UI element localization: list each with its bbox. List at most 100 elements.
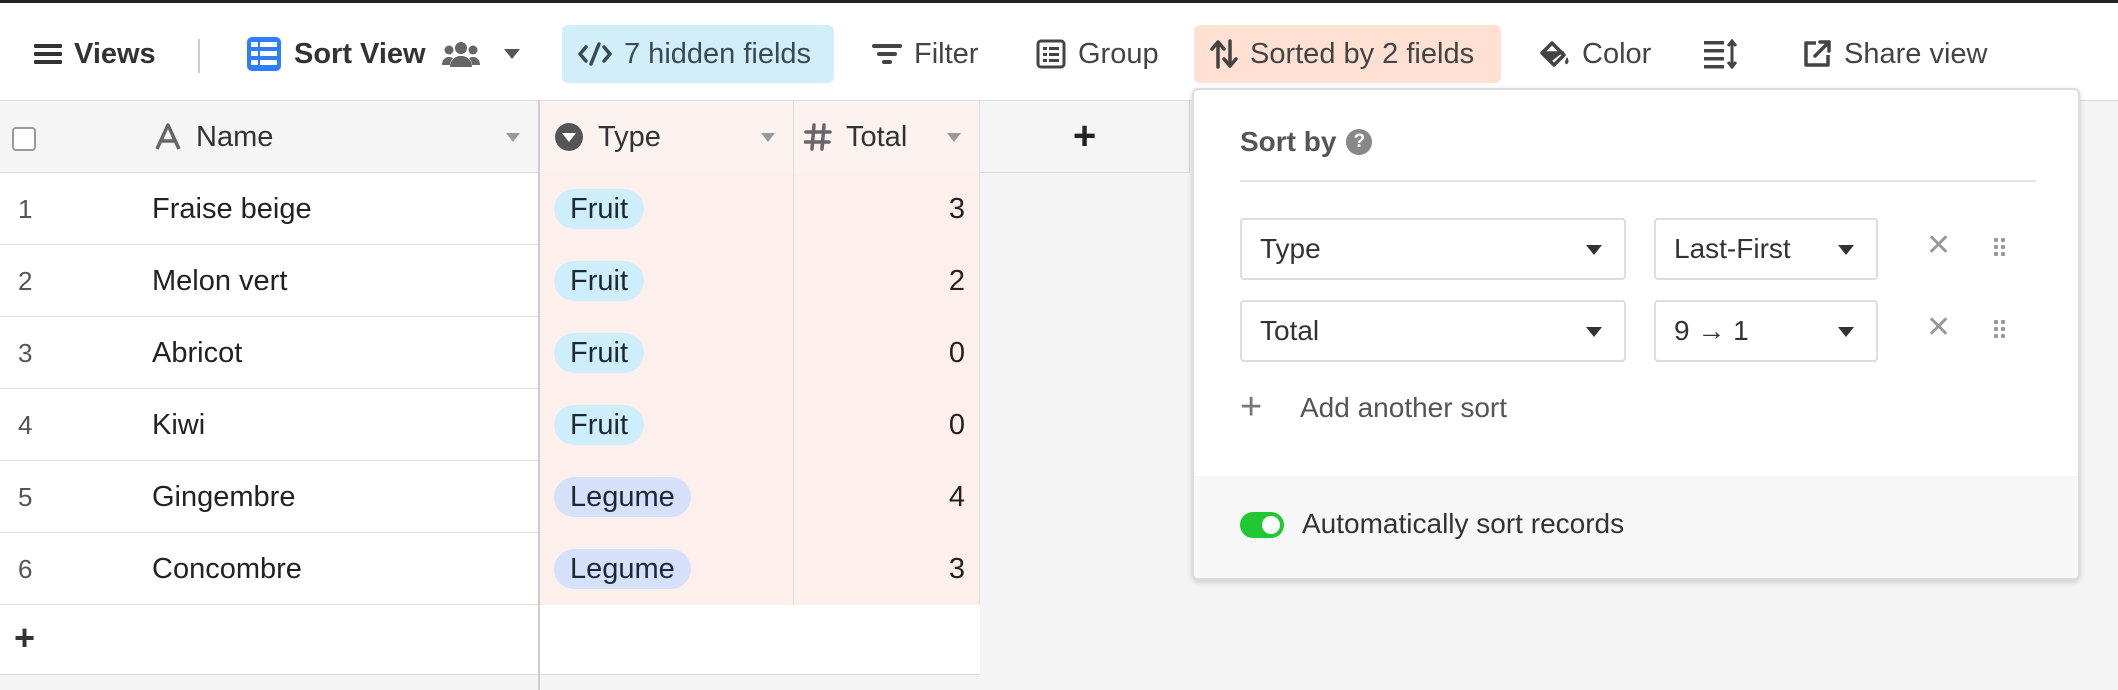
- column-divider: [538, 605, 540, 675]
- auto-sort-footer: Automatically sort records: [1194, 476, 2078, 578]
- group-button[interactable]: Group: [1020, 25, 1175, 83]
- name-cell[interactable]: 1 Fraise beige: [0, 173, 540, 245]
- sort-field-value: Type: [1260, 233, 1321, 264]
- filter-icon: [872, 44, 902, 64]
- type-pill: Fruit: [554, 189, 644, 229]
- sort-direction-select-2[interactable]: 9 → 1: [1654, 300, 1878, 362]
- grid-header-row: Name Type Total: [0, 101, 980, 173]
- add-another-sort-button[interactable]: + Add another sort: [1240, 386, 1507, 429]
- sort-direction-value: 9 → 1: [1674, 315, 1749, 346]
- column-header-name[interactable]: Name: [140, 101, 540, 173]
- column-header-total[interactable]: Total: [794, 101, 980, 173]
- auto-sort-toggle[interactable]: [1240, 512, 1284, 538]
- filter-label: Filter: [914, 37, 979, 70]
- row-number: 1: [18, 194, 33, 224]
- total-cell[interactable]: 0: [794, 389, 980, 461]
- group-icon: [1036, 39, 1066, 69]
- select-all-checkbox[interactable]: [12, 127, 36, 151]
- total-cell[interactable]: 0: [794, 317, 980, 389]
- name-cell[interactable]: 3 Abricot: [0, 317, 540, 389]
- sort-popover: Sort by ? Type Last-First ✕ Total 9 → 1 …: [1192, 88, 2080, 580]
- sort-direction-value: Last-First: [1674, 233, 1791, 264]
- record-name: Kiwi: [152, 409, 206, 441]
- column-header-type[interactable]: Type: [540, 101, 794, 173]
- view-switcher-button[interactable]: Sort View: [230, 25, 536, 83]
- sort-direction-select-1[interactable]: Last-First: [1654, 218, 1878, 280]
- drag-handle-icon[interactable]: [1994, 320, 2008, 342]
- name-cell[interactable]: 5 Gingembre: [0, 461, 540, 533]
- table-row[interactable]: 3 Abricot Fruit 0: [0, 317, 980, 389]
- column-menu-icon[interactable]: [761, 133, 775, 142]
- table-row[interactable]: 5 Gingembre Legume 4: [0, 461, 980, 533]
- sort-button[interactable]: Sorted by 2 fields: [1194, 25, 1501, 83]
- type-cell[interactable]: Fruit: [540, 317, 794, 389]
- sort-field-value: Total: [1260, 315, 1320, 346]
- select-all-cell: [0, 101, 140, 173]
- total-cell[interactable]: 2: [794, 245, 980, 317]
- record-name: Concombre: [152, 553, 302, 585]
- type-pill: Fruit: [554, 261, 644, 301]
- type-cell[interactable]: Fruit: [540, 389, 794, 461]
- text-field-icon: [155, 123, 181, 150]
- type-pill: Legume: [554, 549, 691, 589]
- total-cell[interactable]: 3: [794, 173, 980, 245]
- column-header-label: Type: [598, 120, 661, 153]
- row-height-button[interactable]: [1688, 25, 1754, 83]
- eye-slash-icon: [578, 42, 612, 66]
- color-button[interactable]: Color: [1522, 25, 1667, 83]
- chevron-down-icon: [1586, 327, 1602, 337]
- share-view-button[interactable]: Share view: [1786, 25, 2003, 83]
- add-field-button[interactable]: +: [980, 101, 1190, 173]
- table-row[interactable]: 4 Kiwi Fruit 0: [0, 389, 980, 461]
- chevron-down-icon: [1838, 245, 1854, 255]
- add-record-button[interactable]: +: [14, 617, 35, 659]
- total-cell[interactable]: 4: [794, 461, 980, 533]
- column-menu-icon[interactable]: [506, 133, 520, 142]
- views-label: Views: [74, 37, 156, 70]
- column-header-label: Name: [196, 120, 274, 153]
- type-cell[interactable]: Fruit: [540, 173, 794, 245]
- divider: [1240, 180, 2036, 182]
- add-record-row[interactable]: +: [0, 605, 980, 675]
- record-name: Gingembre: [152, 481, 296, 513]
- hidden-fields-button[interactable]: 7 hidden fields: [562, 25, 834, 83]
- view-toolbar: Views Sort View 7 hidden fields Filter G…: [0, 0, 2118, 101]
- name-cell[interactable]: 6 Concombre: [0, 533, 540, 605]
- filter-button[interactable]: Filter: [856, 25, 994, 83]
- sort-field-select-2[interactable]: Total: [1240, 300, 1626, 362]
- table-row[interactable]: 6 Concombre Legume 3: [0, 533, 980, 605]
- chevron-down-icon: [1586, 245, 1602, 255]
- plus-icon: +: [1240, 386, 1263, 428]
- type-cell[interactable]: Legume: [540, 461, 794, 533]
- row-number: 2: [18, 266, 33, 296]
- color-label: Color: [1582, 37, 1652, 70]
- remove-sort-icon[interactable]: ✕: [1926, 310, 1951, 345]
- table-row[interactable]: 2 Melon vert Fruit 2: [0, 245, 980, 317]
- record-name: Abricot: [152, 337, 243, 369]
- type-pill: Legume: [554, 477, 691, 517]
- record-name: Fraise beige: [152, 193, 312, 225]
- type-pill: Fruit: [554, 333, 644, 373]
- chevron-down-icon: [503, 49, 520, 59]
- paint-bucket-icon: [1540, 41, 1569, 67]
- type-cell[interactable]: Fruit: [540, 245, 794, 317]
- sort-field-select-1[interactable]: Type: [1240, 218, 1626, 280]
- name-cell[interactable]: 4 Kiwi: [0, 389, 540, 461]
- column-menu-icon[interactable]: [947, 133, 961, 142]
- remove-sort-icon[interactable]: ✕: [1926, 228, 1951, 263]
- views-button[interactable]: Views: [18, 25, 172, 83]
- type-cell[interactable]: Legume: [540, 533, 794, 605]
- help-icon[interactable]: ?: [1346, 129, 1373, 155]
- column-divider: [538, 675, 540, 690]
- sort-panel-title-text: Sort by: [1240, 126, 1337, 157]
- row-number: 3: [18, 338, 33, 368]
- table-row[interactable]: 1 Fraise beige Fruit 3: [0, 173, 980, 245]
- hamburger-menu-icon: [34, 44, 62, 64]
- add-another-sort-label: Add another sort: [1300, 391, 1508, 423]
- drag-handle-icon[interactable]: [1994, 238, 2008, 260]
- name-cell[interactable]: 2 Melon vert: [0, 245, 540, 317]
- total-cell[interactable]: 3: [794, 533, 980, 605]
- grid-view-icon: [247, 37, 281, 71]
- record-name: Melon vert: [152, 265, 288, 297]
- toggle-knob: [1262, 516, 1280, 534]
